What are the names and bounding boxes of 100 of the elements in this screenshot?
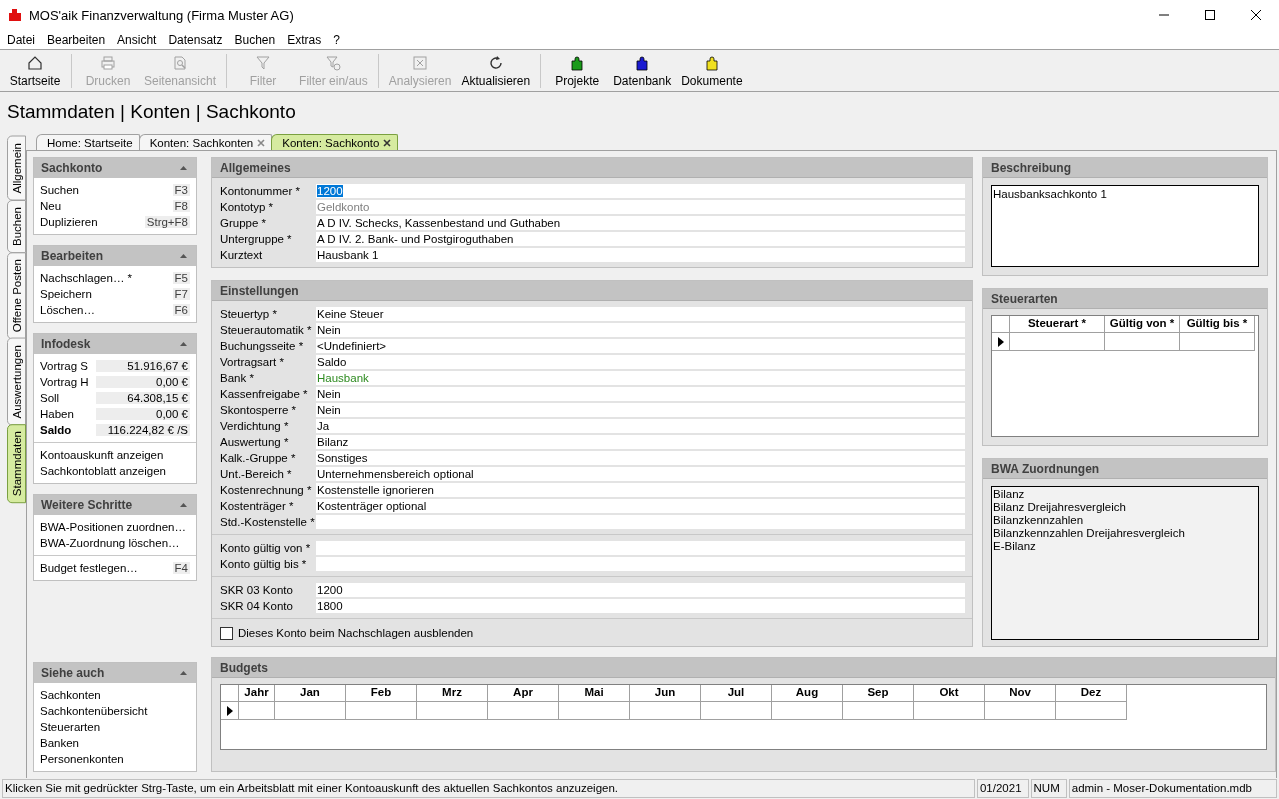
column-header[interactable]: Jun bbox=[630, 685, 701, 702]
toolbar-button[interactable]: Startseite bbox=[4, 52, 66, 90]
input-field[interactable]: 1200 bbox=[316, 583, 965, 597]
close-icon[interactable] bbox=[383, 138, 392, 147]
side-tab[interactable]: Offene Posten bbox=[7, 251, 26, 339]
menu-item[interactable]: ? bbox=[333, 32, 340, 47]
menu-item[interactable]: Ansicht bbox=[117, 32, 157, 47]
task-link[interactable]: Duplizieren bbox=[40, 216, 98, 228]
column-header[interactable]: Okt bbox=[914, 685, 985, 702]
task-link[interactable]: Speichern bbox=[40, 288, 92, 300]
task-link[interactable]: Banken bbox=[40, 737, 79, 749]
section-header[interactable]: Sachkonto bbox=[34, 158, 196, 178]
document-tab[interactable]: Home: Startseite bbox=[36, 134, 140, 150]
list-item[interactable]: Bilanz Dreijahresvergleich bbox=[993, 501, 1257, 514]
table-cell[interactable] bbox=[417, 702, 488, 720]
input-field[interactable]: 1200 bbox=[316, 184, 965, 198]
table-cell[interactable] bbox=[488, 702, 559, 720]
list-item[interactable]: Bilanzkennzahlen Dreijahresvergleich bbox=[993, 527, 1257, 540]
task-link[interactable]: BWA-Positionen zuordnen… bbox=[40, 521, 186, 533]
data-grid[interactable]: Steuerart * Gültig von * Gültig bis * bbox=[991, 315, 1259, 437]
table-cell[interactable] bbox=[630, 702, 701, 720]
collapse-icon[interactable] bbox=[180, 342, 187, 346]
collapse-icon[interactable] bbox=[180, 166, 187, 170]
task-link[interactable]: Löschen… bbox=[40, 304, 95, 316]
table-cell[interactable] bbox=[559, 702, 630, 720]
checkbox[interactable] bbox=[220, 626, 233, 640]
section-header[interactable]: Weitere Schritte bbox=[34, 495, 196, 515]
toolbar-button[interactable]: Aktualisieren bbox=[456, 52, 536, 90]
list-item[interactable]: Bilanzkennzahlen bbox=[993, 514, 1257, 527]
menu-item[interactable]: Extras bbox=[287, 32, 322, 47]
task-link[interactable]: Nachschlagen… * bbox=[40, 272, 133, 284]
input-field[interactable]: Hausbank 1 bbox=[316, 248, 965, 262]
link-field[interactable]: Hausbank bbox=[316, 371, 965, 385]
input-field[interactable]: A D IV. 2. Bank- und Postgiroguthaben bbox=[316, 232, 965, 246]
column-header[interactable]: Gültig bis * bbox=[1180, 316, 1255, 333]
table-cell[interactable] bbox=[275, 702, 346, 720]
task-link[interactable]: Sachkonten bbox=[40, 689, 101, 701]
input-field[interactable] bbox=[316, 515, 965, 529]
toolbar-button[interactable]: Datenbank bbox=[608, 52, 677, 90]
input-field[interactable]: <Undefiniert> bbox=[316, 339, 965, 353]
task-link[interactable]: Budget festlegen… bbox=[40, 562, 138, 574]
table-cell[interactable] bbox=[843, 702, 914, 720]
data-grid[interactable]: Jahr Jan Feb Mrz Apr Mai Jun Jul Aug Sep Okt Nov Dez bbox=[220, 684, 1267, 750]
input-field[interactable]: Kostenträger optional bbox=[316, 499, 965, 513]
document-tab[interactable]: Konten: Sachkonten bbox=[138, 134, 273, 150]
toolbar-button[interactable]: Dokumente bbox=[676, 52, 748, 90]
column-header[interactable]: Sep bbox=[843, 685, 914, 702]
input-field[interactable]: Unternehmensbereich optional bbox=[316, 467, 965, 481]
list-item[interactable]: E-Bilanz bbox=[993, 540, 1257, 553]
description-field[interactable]: Hausbanksachkonto 1 bbox=[991, 185, 1259, 267]
table-cell[interactable] bbox=[985, 702, 1056, 720]
input-field[interactable] bbox=[316, 557, 965, 571]
column-header[interactable]: Jahr bbox=[239, 685, 275, 702]
collapse-icon[interactable] bbox=[180, 503, 187, 507]
column-header[interactable]: Feb bbox=[346, 685, 417, 702]
list-item[interactable]: Bilanz bbox=[993, 488, 1257, 501]
column-header[interactable]: Nov bbox=[985, 685, 1056, 702]
table-cell[interactable] bbox=[239, 702, 275, 720]
task-link[interactable]: Steuerarten bbox=[40, 721, 101, 733]
table-cell[interactable] bbox=[1010, 333, 1105, 351]
column-header[interactable]: Steuerart * bbox=[1010, 316, 1105, 333]
task-link[interactable]: Personenkonten bbox=[40, 753, 124, 765]
input-field[interactable]: 1800 bbox=[316, 599, 965, 613]
column-header[interactable]: Mrz bbox=[417, 685, 488, 702]
input-field[interactable]: Nein bbox=[316, 387, 965, 401]
input-field[interactable]: Saldo bbox=[316, 355, 965, 369]
column-header[interactable]: Jan bbox=[275, 685, 346, 702]
document-tab[interactable]: Konten: Sachkonto bbox=[271, 134, 399, 150]
column-header[interactable]: Jul bbox=[701, 685, 772, 702]
input-field[interactable]: Sonstiges bbox=[316, 451, 965, 465]
section-header[interactable]: Infodesk bbox=[34, 334, 196, 354]
input-field[interactable] bbox=[316, 541, 965, 555]
side-tab[interactable]: Buchen bbox=[7, 199, 26, 253]
collapse-icon[interactable] bbox=[180, 671, 187, 675]
collapse-icon[interactable] bbox=[180, 254, 187, 258]
table-cell[interactable] bbox=[701, 702, 772, 720]
toolbar-button[interactable]: Projekte bbox=[546, 52, 609, 90]
side-tab[interactable]: Allgemein bbox=[7, 136, 26, 201]
input-field[interactable]: Nein bbox=[316, 403, 965, 417]
input-field[interactable]: Kostenstelle ignorieren bbox=[316, 483, 965, 497]
list-box[interactable]: Bilanz Bilanz Dreijahresvergleich Bilanzkennzahlen Bilanzkennzahlen Dreijahresvergleich E-Bilanz bbox=[991, 486, 1259, 640]
input-field[interactable]: Nein bbox=[316, 323, 965, 337]
table-cell[interactable] bbox=[914, 702, 985, 720]
side-tab[interactable]: Stammdaten bbox=[7, 424, 26, 504]
table-cell[interactable] bbox=[1105, 333, 1180, 351]
task-link[interactable]: Neu bbox=[40, 200, 62, 212]
column-header[interactable]: Aug bbox=[772, 685, 843, 702]
menu-item[interactable]: Datei bbox=[7, 32, 35, 47]
input-field[interactable]: Ja bbox=[316, 419, 965, 433]
task-link[interactable]: Sachkontoblatt anzeigen bbox=[40, 465, 166, 477]
task-link[interactable]: BWA-Zuordnung löschen… bbox=[40, 537, 180, 549]
column-header[interactable]: Gültig von * bbox=[1105, 316, 1180, 333]
input-field[interactable]: Bilanz bbox=[316, 435, 965, 449]
table-cell[interactable] bbox=[1056, 702, 1127, 720]
column-header[interactable]: Dez bbox=[1056, 685, 1127, 702]
section-header[interactable]: Bearbeiten bbox=[34, 246, 196, 266]
column-header[interactable]: Apr bbox=[488, 685, 559, 702]
table-cell[interactable] bbox=[772, 702, 843, 720]
menu-item[interactable]: Bearbeiten bbox=[47, 32, 106, 47]
task-link[interactable]: Kontoauskunft anzeigen bbox=[40, 449, 164, 461]
